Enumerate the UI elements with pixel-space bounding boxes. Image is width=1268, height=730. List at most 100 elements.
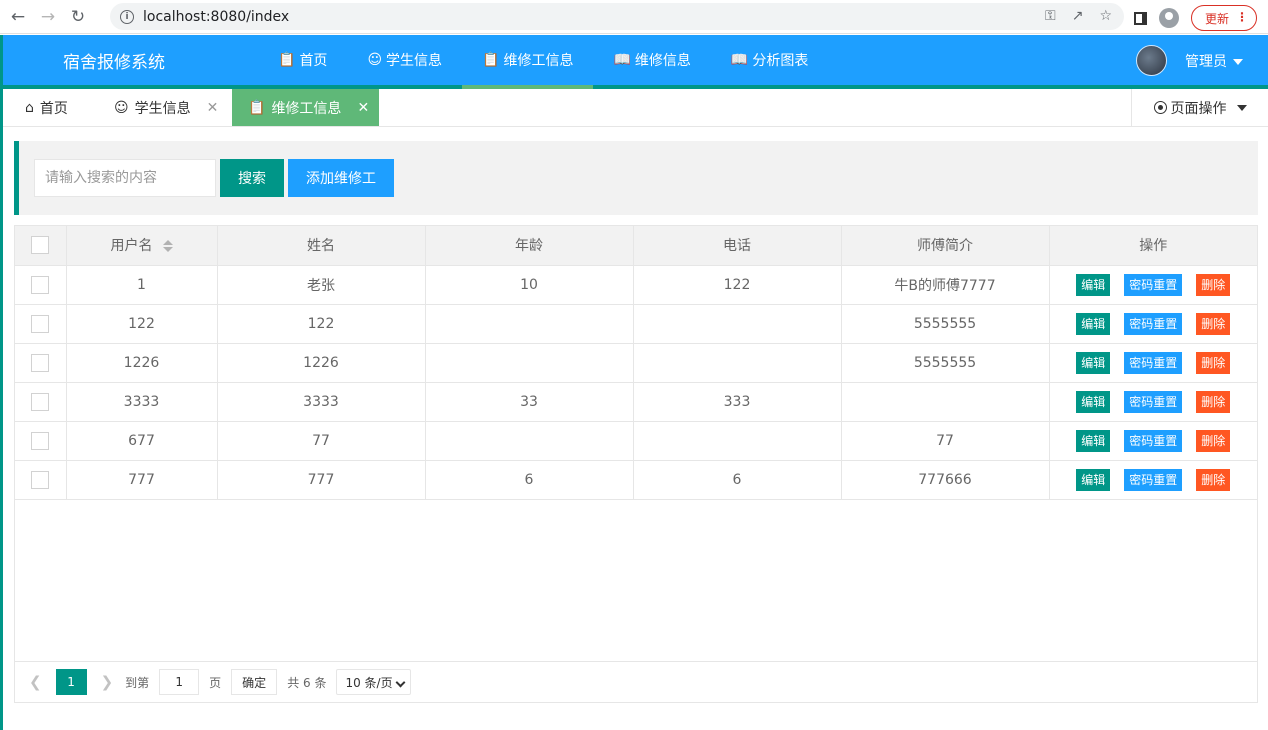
bookmark-star-icon[interactable]: ☆ [1099,8,1112,24]
cell-phone: 6 [633,460,842,500]
row-select-cell [15,382,67,422]
cell-intro [841,382,1050,422]
row-checkbox[interactable] [31,431,50,450]
table-row: 3333 3333 33 333 编辑 密码重置 删除 [15,382,1257,422]
table-row: 1 老张 10 122 牛B的师傅7777 编辑 密码重置 删除 [15,265,1257,305]
next-page-icon[interactable]: ❯ [101,673,114,691]
nav-item-repairs[interactable]: 📖 维修信息 [593,35,710,85]
nav-item-repairmen[interactable]: 📋 维修工信息 [462,35,594,90]
row-checkbox[interactable] [31,314,50,333]
pagination: ❮ 1 ❯ 到第 1 页 确定 共 6 条 10 条/页 [15,661,1257,702]
goto-confirm-button[interactable]: 确定 [231,669,278,695]
cell-age [425,343,634,383]
tab-students[interactable]: ☺ 学生信息 ✕ [114,89,218,126]
edit-button[interactable]: 编辑 [1076,429,1111,452]
delete-button[interactable]: 删除 [1196,468,1231,491]
page-operations-button[interactable]: 页面操作 [1131,89,1268,126]
cell-name: 122 [217,304,426,344]
nav-item-home[interactable]: 📋 首页 [258,35,347,85]
tab-label: 维修工信息 [271,100,342,117]
row-select-cell [15,460,67,500]
edit-button[interactable]: 编辑 [1076,390,1111,413]
delete-button[interactable]: 删除 [1196,429,1231,452]
page-unit-label: 页 [209,675,222,690]
cell-actions: 编辑 密码重置 删除 [1049,460,1257,500]
cell-username: 1226 [66,343,218,383]
avatar[interactable] [1136,45,1167,76]
book-icon: 📖 [613,52,631,68]
cell-username: 3333 [66,382,218,422]
page-1-button[interactable]: 1 [55,669,87,695]
reset-password-button[interactable]: 密码重置 [1124,312,1183,335]
user-name[interactable]: 管理员 [1185,54,1227,70]
caret-down-icon [1233,58,1243,65]
key-icon[interactable]: ⚿ [1045,8,1056,24]
reset-password-button[interactable]: 密码重置 [1124,429,1183,452]
target-icon [1153,101,1167,114]
browser-toolbar: ← → ↻ i localhost:8080/index ⚿ ↗ ☆ 更新 ⋮ [0,0,1268,34]
reset-password-button[interactable]: 密码重置 [1124,390,1183,413]
column-header-name: 姓名 [217,226,426,266]
cell-actions: 编辑 密码重置 删除 [1049,421,1257,461]
reset-password-button[interactable]: 密码重置 [1124,351,1183,374]
back-icon[interactable]: ← [6,5,30,29]
delete-button[interactable]: 删除 [1196,273,1231,296]
forward-icon[interactable]: → [36,5,60,29]
close-icon[interactable]: ✕ [207,100,219,116]
reload-icon[interactable]: ↻ [66,5,90,29]
cell-actions: 编辑 密码重置 删除 [1049,343,1257,383]
edit-button[interactable]: 编辑 [1076,468,1111,491]
tab-home[interactable]: ⌂ 首页 [25,89,68,126]
column-header-age: 年龄 [425,226,634,266]
cell-name: 77 [217,421,426,461]
table-row: 1226 1226 5555555 编辑 密码重置 删除 [15,343,1257,383]
search-input[interactable] [34,159,216,197]
edit-button[interactable]: 编辑 [1076,273,1111,296]
cell-phone [633,343,842,383]
user-menu[interactable]: 管理员 [1136,45,1243,76]
nav-item-students[interactable]: ☺ 学生信息 [347,35,462,85]
cell-phone: 333 [633,382,842,422]
nav-item-charts[interactable]: 📖 分析图表 [711,35,828,85]
tab-repairmen[interactable]: 📋 维修工信息 ✕ [232,89,379,126]
app-logo: 宿舍报修系统 [63,53,165,73]
share-icon[interactable]: ↗ [1072,8,1084,24]
add-repairman-button[interactable]: 添加维修工 [288,159,394,197]
cell-intro: 77 [841,421,1050,461]
address-bar[interactable]: i localhost:8080/index ⚿ ↗ ☆ [110,3,1124,30]
select-all-checkbox[interactable] [31,236,50,255]
cell-intro: 777666 [841,460,1050,500]
row-checkbox[interactable] [31,353,50,372]
left-accent-strip [0,35,3,730]
edit-button[interactable]: 编辑 [1076,312,1111,335]
goto-page-input[interactable]: 1 [159,669,200,695]
update-button[interactable]: 更新 ⋮ [1191,5,1257,31]
column-header-username[interactable]: 用户名 [66,226,218,266]
reset-password-button[interactable]: 密码重置 [1124,468,1183,491]
delete-button[interactable]: 删除 [1196,312,1231,335]
search-button[interactable]: 搜索 [220,159,284,197]
profile-avatar[interactable] [1159,8,1179,28]
side-panel-icon[interactable] [1134,11,1147,25]
users-icon: ☺ [114,99,129,116]
page-size-select[interactable]: 10 条/页 [336,669,412,695]
reset-password-button[interactable]: 密码重置 [1124,273,1183,296]
column-header-phone: 电话 [633,226,842,266]
cell-name: 777 [217,460,426,500]
total-count: 共 6 条 [287,675,327,690]
row-checkbox[interactable] [31,275,50,294]
prev-page-icon[interactable]: ❮ [29,673,42,691]
row-checkbox[interactable] [31,470,50,489]
site-info-icon[interactable]: i [120,9,134,24]
delete-button[interactable]: 删除 [1196,351,1231,374]
row-checkbox[interactable] [31,392,50,411]
edit-button[interactable]: 编辑 [1076,351,1111,374]
sort-icon[interactable] [162,240,173,253]
delete-button[interactable]: 删除 [1196,390,1231,413]
row-select-cell [15,304,67,344]
cell-phone [633,421,842,461]
url-text[interactable]: localhost:8080/index [143,9,289,25]
close-icon[interactable]: ✕ [357,100,369,116]
more-vert-icon[interactable]: ⋮ [1236,10,1248,24]
tab-label: 首页 [39,100,68,117]
